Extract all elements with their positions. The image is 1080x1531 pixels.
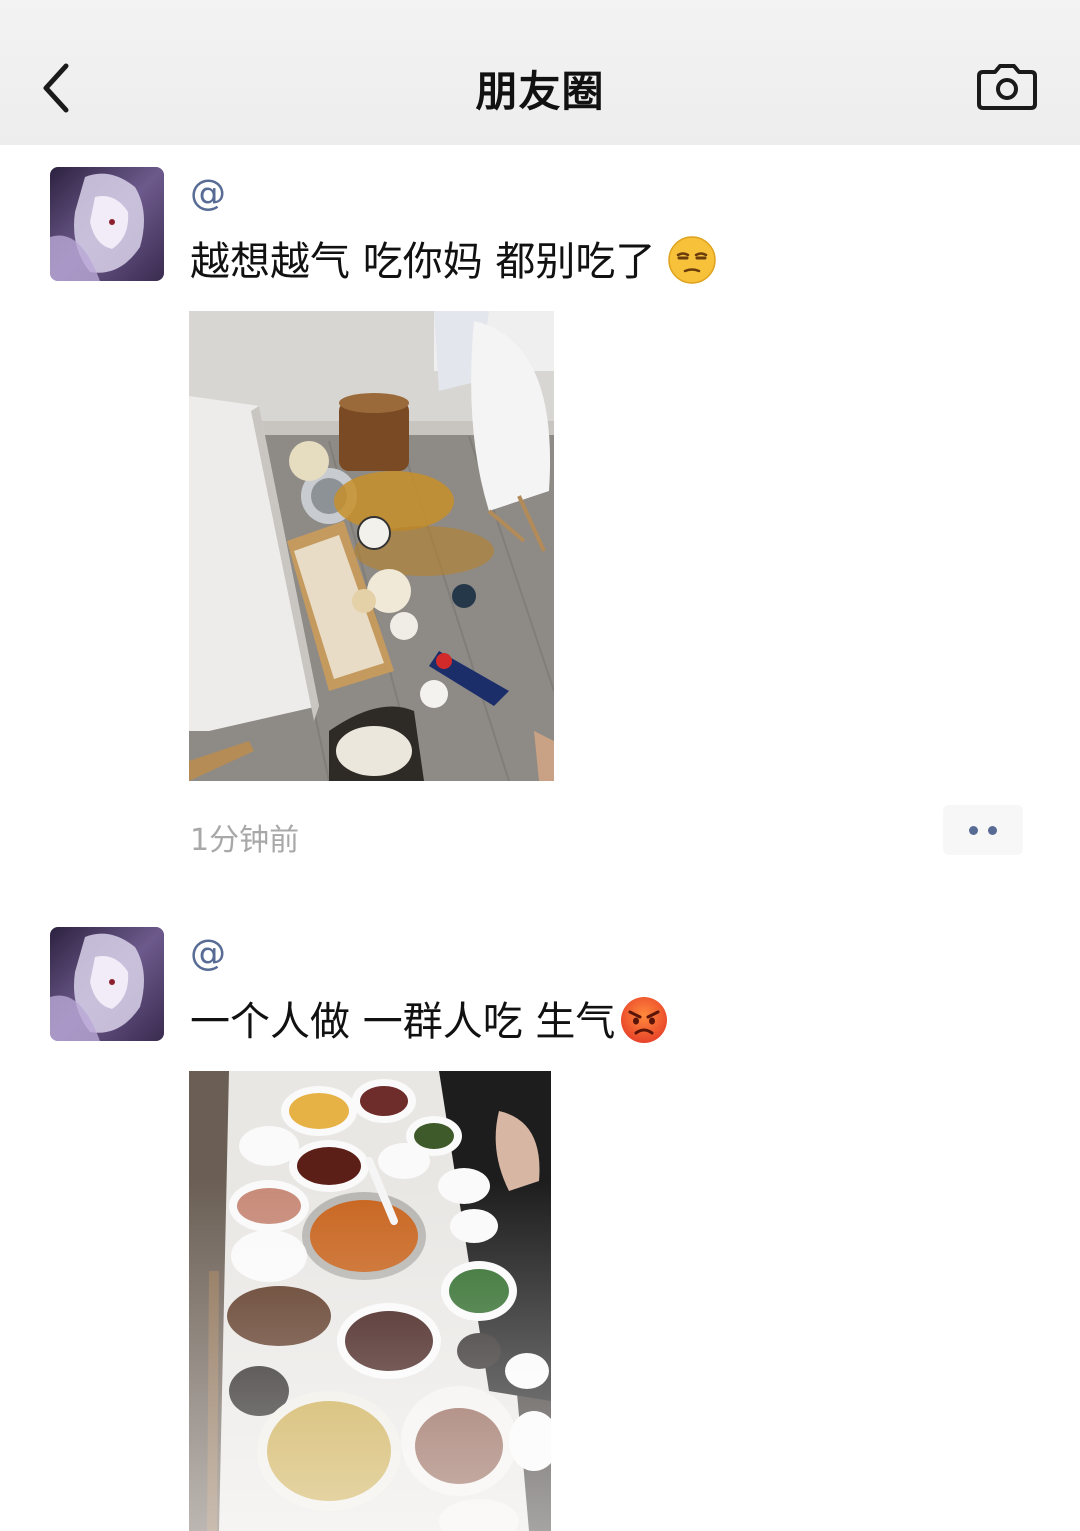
post-photo[interactable] <box>189 311 554 781</box>
moments-page: 朋友圈 @ 越想越气 吃你妈 都别吃了 1分钟前 @ 一个人做 一群人吃 生气 <box>0 0 1080 1531</box>
camera-button[interactable] <box>975 62 1039 112</box>
post-photo[interactable] <box>189 1071 551 1531</box>
post-timestamp: 1分钟前 <box>190 823 300 858</box>
post-text: 一个人做 一群人吃 生气 <box>190 989 669 1047</box>
top-nav-bar: 朋友圈 <box>0 0 1080 145</box>
avatar-image <box>50 927 164 1041</box>
more-actions-button[interactable] <box>943 805 1023 855</box>
overturned-table-spilled-food-photo <box>189 311 554 781</box>
unamused-face-emoji <box>668 236 717 284</box>
post-text-content: 一个人做 一群人吃 生气 <box>190 999 616 1045</box>
page-title: 朋友圈 <box>475 67 605 116</box>
moment-post: @ 越想越气 吃你妈 都别吃了 1分钟前 <box>0 167 1080 867</box>
post-text: 越想越气 吃你妈 都别吃了 <box>190 229 717 287</box>
username-link[interactable]: @ <box>190 173 226 214</box>
moment-post: @ 一个人做 一群人吃 生气 <box>0 927 1080 1531</box>
avatar[interactable] <box>50 927 164 1041</box>
camera-icon <box>977 64 1037 110</box>
post-text-content: 越想越气 吃你妈 都别吃了 <box>190 239 656 285</box>
avatar[interactable] <box>50 167 164 281</box>
avatar-image <box>50 167 164 281</box>
angry-face-emoji <box>621 997 668 1043</box>
username-link[interactable]: @ <box>190 933 226 974</box>
dinner-table-dishes-photo <box>189 1071 551 1531</box>
